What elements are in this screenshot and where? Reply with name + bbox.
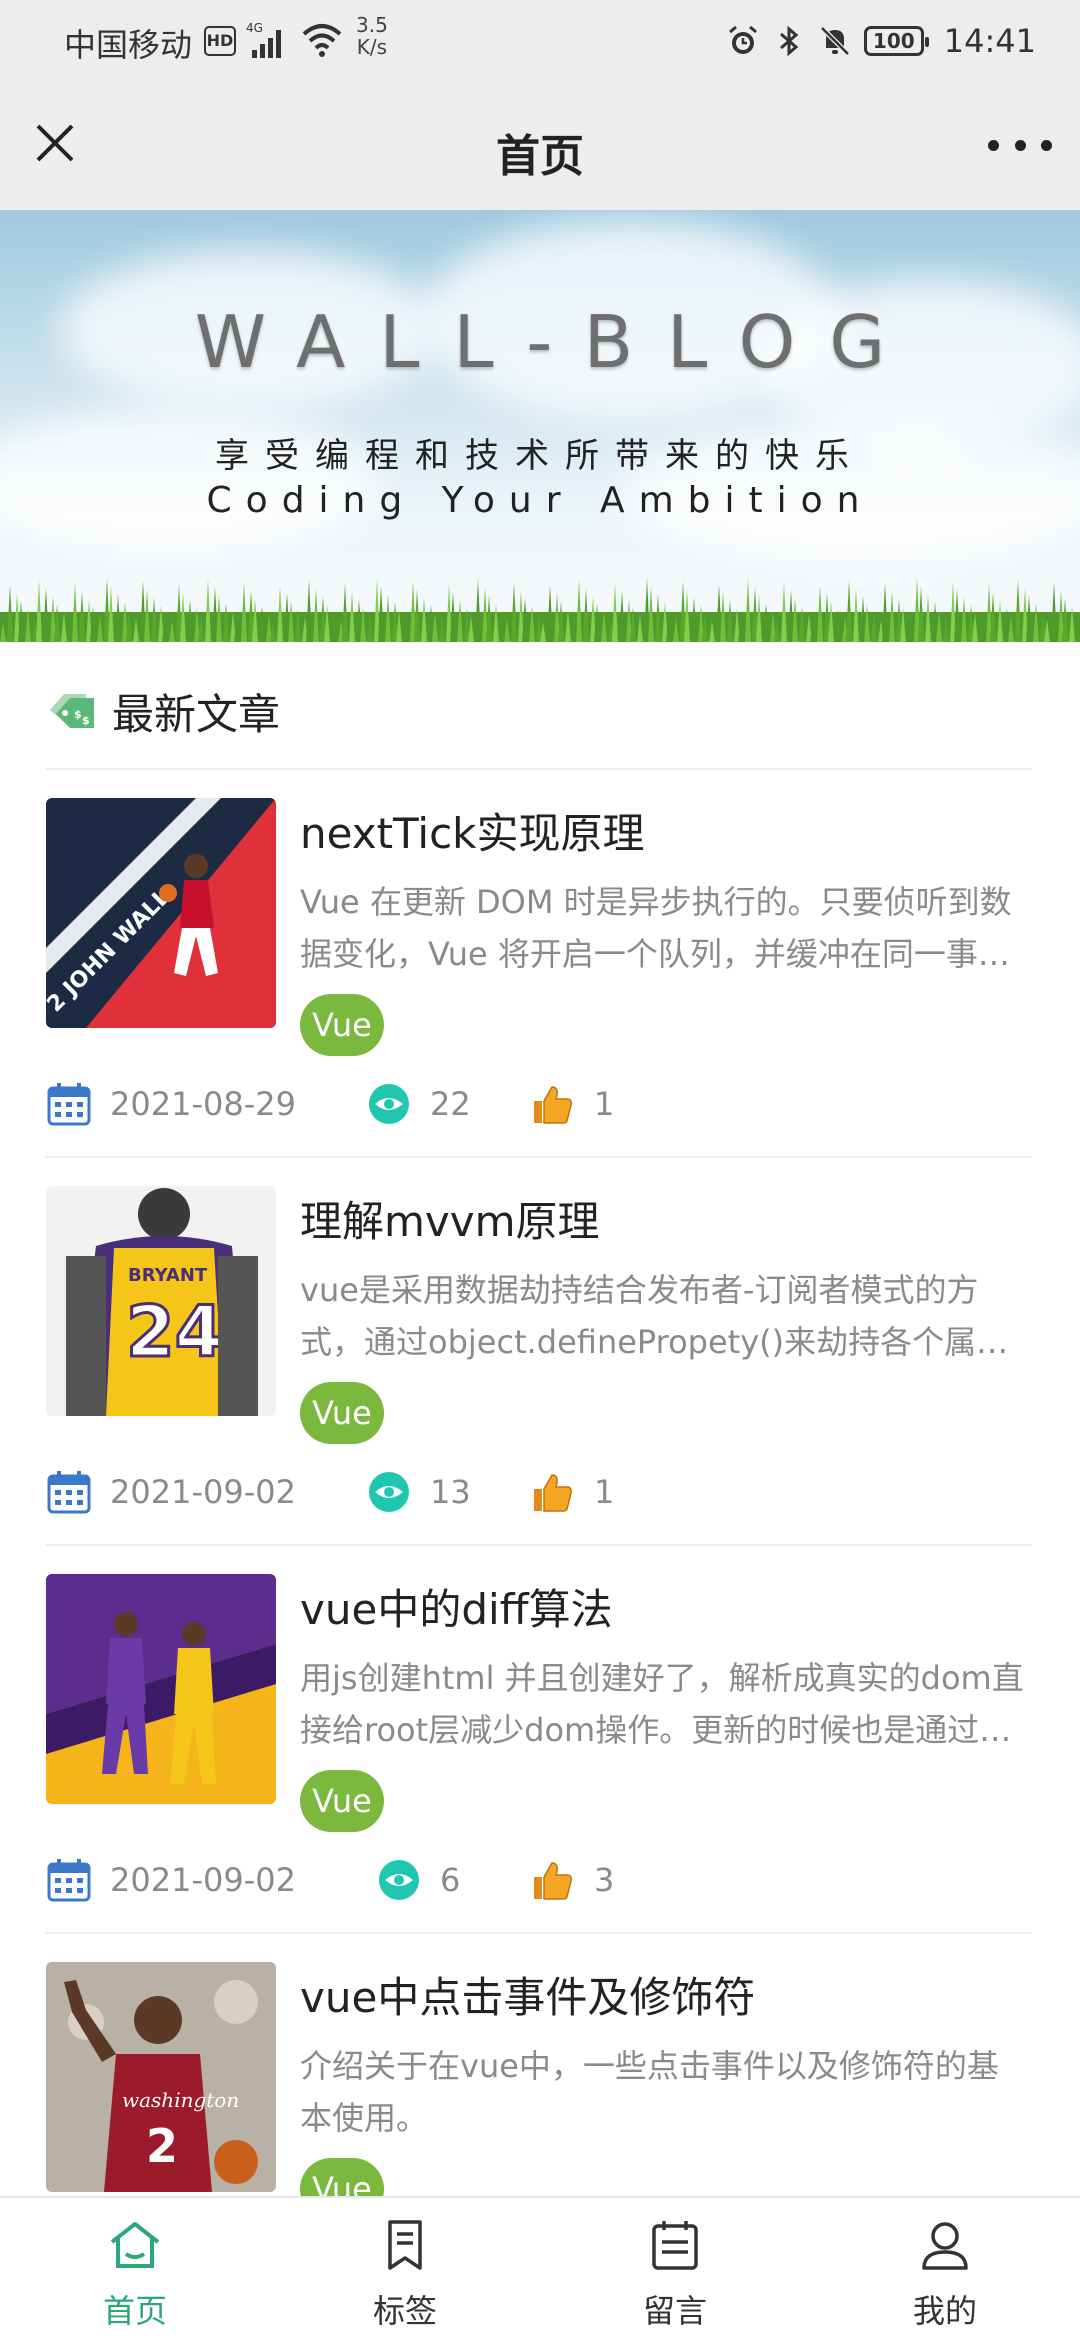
cellular-signal-icon: 4G [246,21,281,58]
clock: 14:41 [943,22,1036,60]
svg-text:washington: washington [122,2088,239,2112]
views-eye-icon [369,1084,409,1124]
calendar-icon [47,1859,91,1902]
article-title[interactable]: vue中点击事件及修饰符 [300,1964,755,2025]
article-summary: vue是采用数据劫持结合发布者-订阅者模式的方式，通过object.define… [300,1271,1009,1361]
section-title: 最新文章 [112,689,281,739]
article-card[interactable]: 24 BRYANT 理解mvvm原理 vue是采用数据劫持结合发布者-订阅者模式… [46,1186,1032,1566]
home-icon [110,2222,160,2268]
divider [46,768,1032,770]
like-count: 1 [594,1085,615,1123]
article-meta: 2021-09-02 6 3 [46,1852,646,1908]
article-thumbnail[interactable] [46,1574,276,1804]
article-tag[interactable]: Vue [300,994,384,1056]
bluetooth-icon [779,25,799,57]
views-eye-icon [379,1860,419,1900]
tab-messages[interactable]: 留言 [540,2198,810,2342]
article-date: 2021-08-29 [110,1085,296,1123]
title-bar: 首页 [0,84,1080,210]
article-title[interactable]: 理解mvvm原理 [300,1188,600,1249]
tab-label: 我的 [912,2292,977,2330]
mute-bell-icon [820,26,850,56]
like-count: 1 [594,1473,615,1511]
svg-text:$: $ [74,708,82,721]
blog-subtitle-cn: 享受编程和技术所带来的快乐 [215,436,865,476]
like-count: 3 [594,1861,615,1899]
article-summary: 用js创建html 并且创建好了，解析成真实的dom直接给root层减少dom操… [300,1659,1024,1749]
article-summary: Vue 在更新 DOM 时是异步执行的。只要侦听到数据变化，Vue 将开启一个队… [300,883,1012,973]
svg-text:BRYANT: BRYANT [128,1265,208,1286]
calendar-icon [47,1083,91,1126]
thumbs-up-icon[interactable] [530,1469,576,1515]
tab-home[interactable]: 首页 [0,2198,270,2342]
blog-title: WALL-BLOG [194,300,920,384]
svg-text:24: 24 [126,1291,223,1373]
article-date: 2021-09-02 [110,1861,296,1899]
tab-label: 首页 [102,2292,167,2330]
divider [46,1544,1032,1546]
carrier-name: 中国移动 [64,26,193,64]
article-card[interactable]: 2 JOHN WALL nextTick实现原理 Vue 在更新 DOM 时是异… [46,798,1032,1178]
network-type: 4G [246,21,263,35]
view-count: 6 [440,1861,461,1899]
tab-label: 留言 [642,2292,707,2330]
article-summary: 介绍关于在vue中，一些点击事件以及修饰符的基本使用。 [300,2047,999,2137]
view-count: 22 [430,1085,471,1123]
wifi-icon [302,24,342,57]
article-tag[interactable]: Vue [300,1770,384,1832]
battery-indicator: 100 [863,26,929,56]
message-board-icon [652,2221,698,2270]
page-title: 首页 [496,131,584,182]
grass-decoration [0,578,1080,642]
svg-text:2: 2 [146,2119,178,2173]
bottom-tab-bar: 首页 标签 留言 我的 [0,2196,1080,2342]
tab-profile[interactable]: 我的 [810,2198,1080,2342]
user-icon [922,2222,968,2270]
article-thumbnail[interactable]: 2 JOHN WALL [46,798,276,1028]
bookmark-icon [388,2220,422,2270]
article-meta: 2021-08-29 22 1 [46,1076,646,1132]
article-card[interactable]: vue中的diff算法 用js创建html 并且创建好了，解析成真实的dom直接… [46,1574,1032,1954]
tab-tags[interactable]: 标签 [270,2198,540,2342]
article-title[interactable]: nextTick实现原理 [300,800,645,861]
network-speed: 3.5 K/s [356,13,388,59]
article-tag[interactable]: Vue [300,1382,384,1444]
views-eye-icon [369,1472,409,1512]
article-thumbnail[interactable]: washington 2 [46,1962,276,2192]
article-thumbnail[interactable]: 24 BRYANT [46,1186,276,1416]
thumbs-up-icon[interactable] [530,1857,576,1903]
section-header: $ $ 最新文章 [46,680,280,742]
hero-banner: WALL-BLOG 享受编程和技术所带来的快乐 Coding Your Ambi… [0,210,1080,642]
status-bar: 中国移动 HD 4G 3.5 K/s 100 14:41 [0,0,1080,84]
price-tags-icon: $ $ [50,694,94,728]
view-count: 13 [430,1473,471,1511]
divider [46,1932,1032,1934]
svg-text:$: $ [82,714,90,727]
calendar-icon [47,1471,91,1514]
article-date: 2021-09-02 [110,1473,296,1511]
hd-badge: HD [204,26,236,56]
divider [46,1156,1032,1158]
thumbs-up-icon[interactable] [530,1081,576,1127]
article-title[interactable]: vue中的diff算法 [300,1576,613,1637]
blog-subtitle-en: Coding Your Ambition [206,480,874,521]
tab-label: 标签 [372,2292,437,2330]
article-meta: 2021-09-02 13 1 [46,1464,646,1520]
alarm-icon [728,25,757,54]
more-options-icon[interactable] [988,120,1052,170]
